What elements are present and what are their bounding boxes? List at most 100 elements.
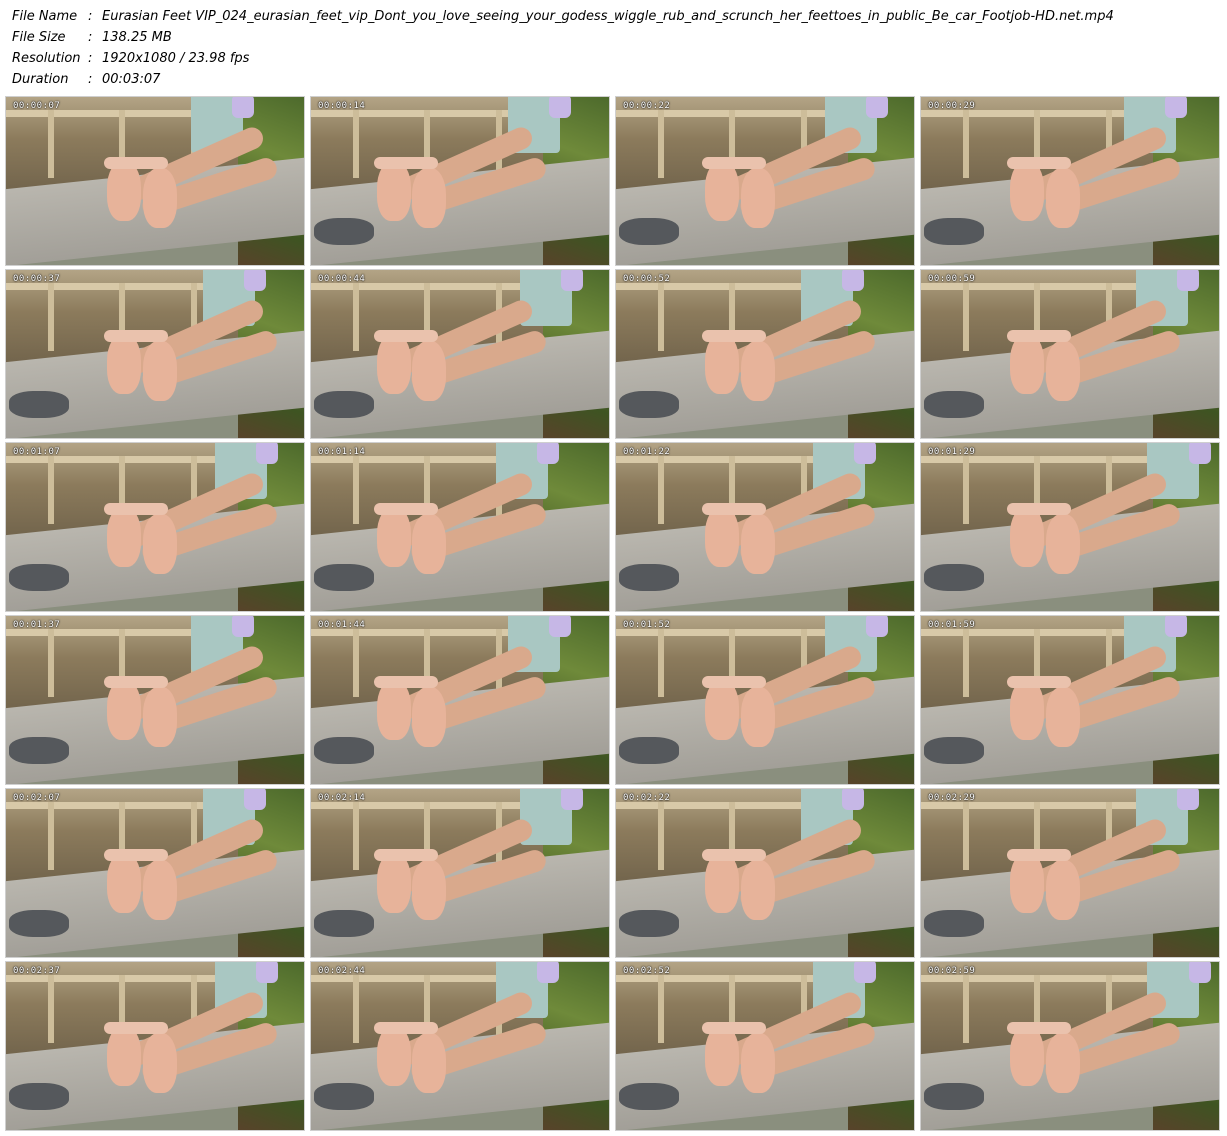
timestamp-label: 00:02:22 (623, 793, 671, 803)
sandals (313, 563, 374, 591)
foot (412, 513, 447, 574)
timestamp-label: 00:00:29 (928, 101, 976, 111)
foot (741, 167, 776, 228)
video-frame (6, 270, 304, 438)
video-thumbnail: 00:02:14 (311, 789, 609, 957)
sandals (923, 736, 984, 764)
shirt-sleeve (1177, 270, 1200, 291)
shirt-sleeve (549, 616, 572, 637)
video-frame (616, 270, 914, 438)
foot (143, 513, 178, 574)
sandals (618, 736, 679, 764)
toes (104, 157, 169, 170)
railing-post (962, 975, 969, 1043)
toes (702, 503, 767, 516)
video-thumbnail: 00:00:44 (311, 270, 609, 438)
shirt-sleeve (1189, 443, 1212, 464)
toes (1007, 157, 1072, 170)
video-thumbnail: 00:02:52 (616, 962, 914, 1130)
sandals (313, 909, 374, 937)
toes (373, 503, 438, 516)
shirt-sleeve (1165, 97, 1188, 118)
toes (373, 1022, 438, 1035)
foot (741, 340, 776, 401)
video-thumbnail: 00:01:52 (616, 616, 914, 784)
foot (143, 340, 178, 401)
foot (741, 1032, 776, 1093)
railing-post (962, 802, 969, 870)
toes (1007, 503, 1072, 516)
foot (1046, 167, 1081, 228)
railing-post (352, 110, 359, 178)
foot (143, 1032, 178, 1093)
toes (702, 676, 767, 689)
railing-post (657, 283, 664, 351)
timestamp-label: 00:01:37 (13, 620, 61, 630)
video-thumbnail: 00:02:44 (311, 962, 609, 1130)
foot (412, 340, 447, 401)
sandals (8, 909, 69, 937)
shirt-sleeve (244, 270, 267, 291)
resolution-value: 1920x1080 / 23.98 fps (102, 51, 250, 66)
timestamp-label: 00:00:07 (13, 101, 61, 111)
sandals (313, 390, 374, 418)
shirt-sleeve (561, 270, 584, 291)
foot (741, 513, 776, 574)
foot (1046, 513, 1081, 574)
foot (107, 160, 142, 221)
railing-post (962, 283, 969, 351)
shirt-sleeve (256, 962, 279, 983)
video-frame (6, 962, 304, 1130)
foot (412, 686, 447, 747)
video-frame (311, 443, 609, 611)
foot (412, 167, 447, 228)
toes (702, 330, 767, 343)
sandals (8, 390, 69, 418)
timestamp-label: 00:02:44 (318, 966, 366, 976)
shirt-sleeve (854, 443, 877, 464)
file-name-value: Eurasian Feet VIP_024_eurasian_feet_vip_… (102, 9, 1114, 24)
timestamp-label: 00:01:22 (623, 447, 671, 457)
video-thumbnail: 00:00:29 (921, 97, 1219, 265)
video-frame (921, 962, 1219, 1130)
thumbnail-grid: 00:00:07 00:00:14 00:00:22 00:00:29 00:00:37… (6, 97, 1219, 1130)
video-frame (616, 443, 914, 611)
video-thumbnail: 00:00:59 (921, 270, 1219, 438)
duration-label: Duration (12, 72, 69, 87)
foot (376, 333, 411, 394)
video-thumbnail: 00:00:14 (311, 97, 609, 265)
foot (1010, 160, 1045, 221)
timestamp-label: 00:02:07 (13, 793, 61, 803)
sandals (8, 736, 69, 764)
separator: : (88, 72, 93, 87)
toes (104, 503, 169, 516)
file-size-label: File Size (12, 30, 66, 45)
timestamp-label: 00:01:29 (928, 447, 976, 457)
sandals (618, 390, 679, 418)
shirt-sleeve (866, 97, 889, 118)
video-frame (311, 270, 609, 438)
timestamp-label: 00:00:22 (623, 101, 671, 111)
file-size-value: 138.25 MB (102, 30, 172, 45)
video-thumbnail: 00:01:22 (616, 443, 914, 611)
shirt-sleeve (549, 97, 572, 118)
video-frame (921, 616, 1219, 784)
resolution-row: Resolution : 1920x1080 / 23.98 fps (12, 48, 1114, 69)
toes (1007, 330, 1072, 343)
sandals (923, 563, 984, 591)
toes (104, 676, 169, 689)
video-frame (311, 962, 609, 1130)
foot (412, 1032, 447, 1093)
foot (376, 506, 411, 567)
shirt-sleeve (561, 789, 584, 810)
shirt-sleeve (1165, 616, 1188, 637)
video-thumbnail: 00:01:14 (311, 443, 609, 611)
timestamp-label: 00:01:52 (623, 620, 671, 630)
railing-post (352, 975, 359, 1043)
foot (705, 1025, 740, 1086)
toes (104, 849, 169, 862)
railing-post (47, 629, 54, 697)
sandals (923, 909, 984, 937)
video-frame (616, 97, 914, 265)
sandals (618, 563, 679, 591)
